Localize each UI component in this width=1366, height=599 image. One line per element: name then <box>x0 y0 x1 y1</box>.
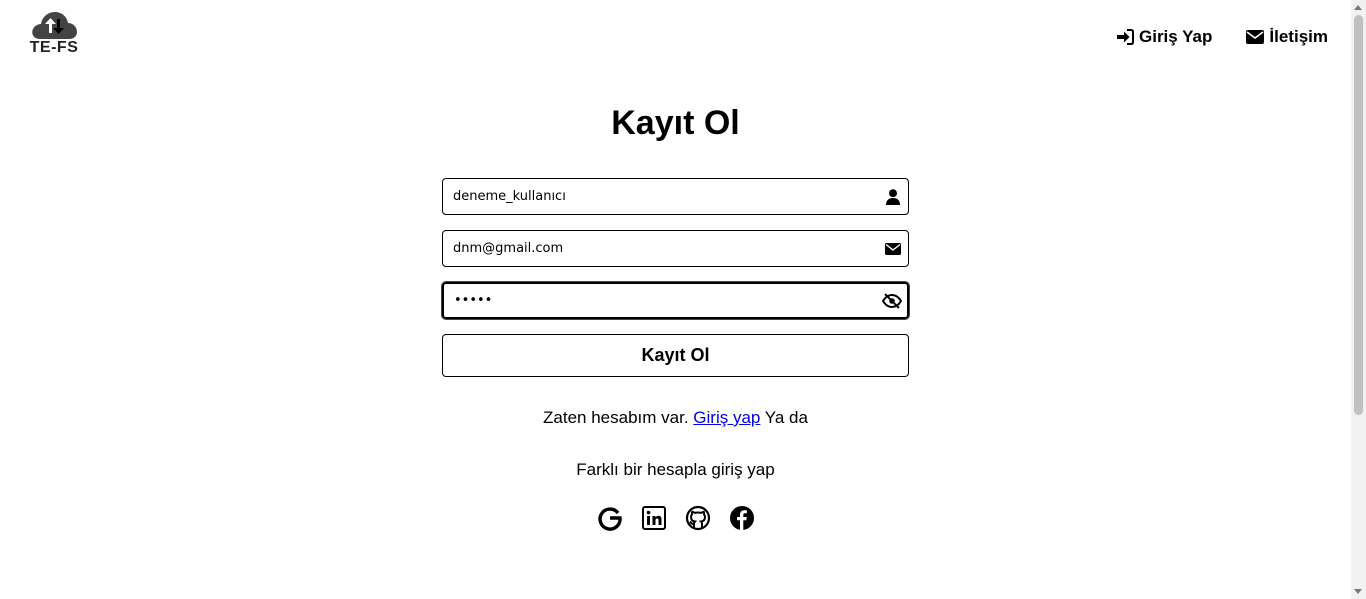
logo-text: TE-FS <box>29 39 79 56</box>
nav-contact-link[interactable]: İletişim <box>1246 27 1328 47</box>
top-nav: Giriş Yap İletişim <box>1116 27 1328 47</box>
other-account-text: Farklı bir hesapla giriş yap <box>576 460 775 479</box>
email-field-wrapper <box>442 230 909 267</box>
register-form: Kayıt Ol <box>442 178 909 377</box>
github-icon[interactable] <box>685 505 711 531</box>
scroll-down-arrow-icon[interactable] <box>1354 589 1362 594</box>
nav-contact-label: İletişim <box>1269 27 1328 46</box>
nav-login-label: Giriş Yap <box>1139 27 1213 46</box>
cloud-upload-download-icon <box>32 12 77 39</box>
password-input[interactable] <box>444 284 877 317</box>
register-page: TE-FS Giriş Yap İletişim Kayıt Ol deneme… <box>0 0 1366 599</box>
envelope-icon <box>1246 30 1265 44</box>
logo[interactable]: TE-FS <box>27 9 81 63</box>
nav-login-link[interactable]: Giriş Yap <box>1116 27 1212 47</box>
google-icon[interactable] <box>597 505 623 531</box>
or-text: Ya da <box>764 408 808 427</box>
email-input[interactable] <box>443 231 878 266</box>
page-title: Kayıt Ol <box>611 104 740 142</box>
username-input[interactable] <box>443 179 878 214</box>
envelope-icon <box>878 242 908 255</box>
scroll-up-arrow-icon[interactable] <box>1354 5 1362 10</box>
user-icon <box>878 188 908 205</box>
vertical-scrollbar[interactable] <box>1351 0 1366 599</box>
username-field-wrapper <box>442 178 909 215</box>
register-submit-button[interactable]: Kayıt Ol <box>442 334 909 377</box>
facebook-icon[interactable] <box>729 505 755 531</box>
have-account-line: Zaten hesabım var. Giriş yap Ya da <box>0 408 1351 428</box>
password-field-wrapper <box>442 282 909 319</box>
have-account-text: Zaten hesabım var. <box>543 408 689 427</box>
scroll-thumb[interactable] <box>1354 15 1363 415</box>
sign-in-icon <box>1117 29 1134 45</box>
linkedin-icon[interactable] <box>641 505 667 531</box>
login-link[interactable]: Giriş yap <box>693 408 760 427</box>
social-login-list <box>597 505 755 531</box>
eye-slash-icon[interactable] <box>877 292 907 309</box>
